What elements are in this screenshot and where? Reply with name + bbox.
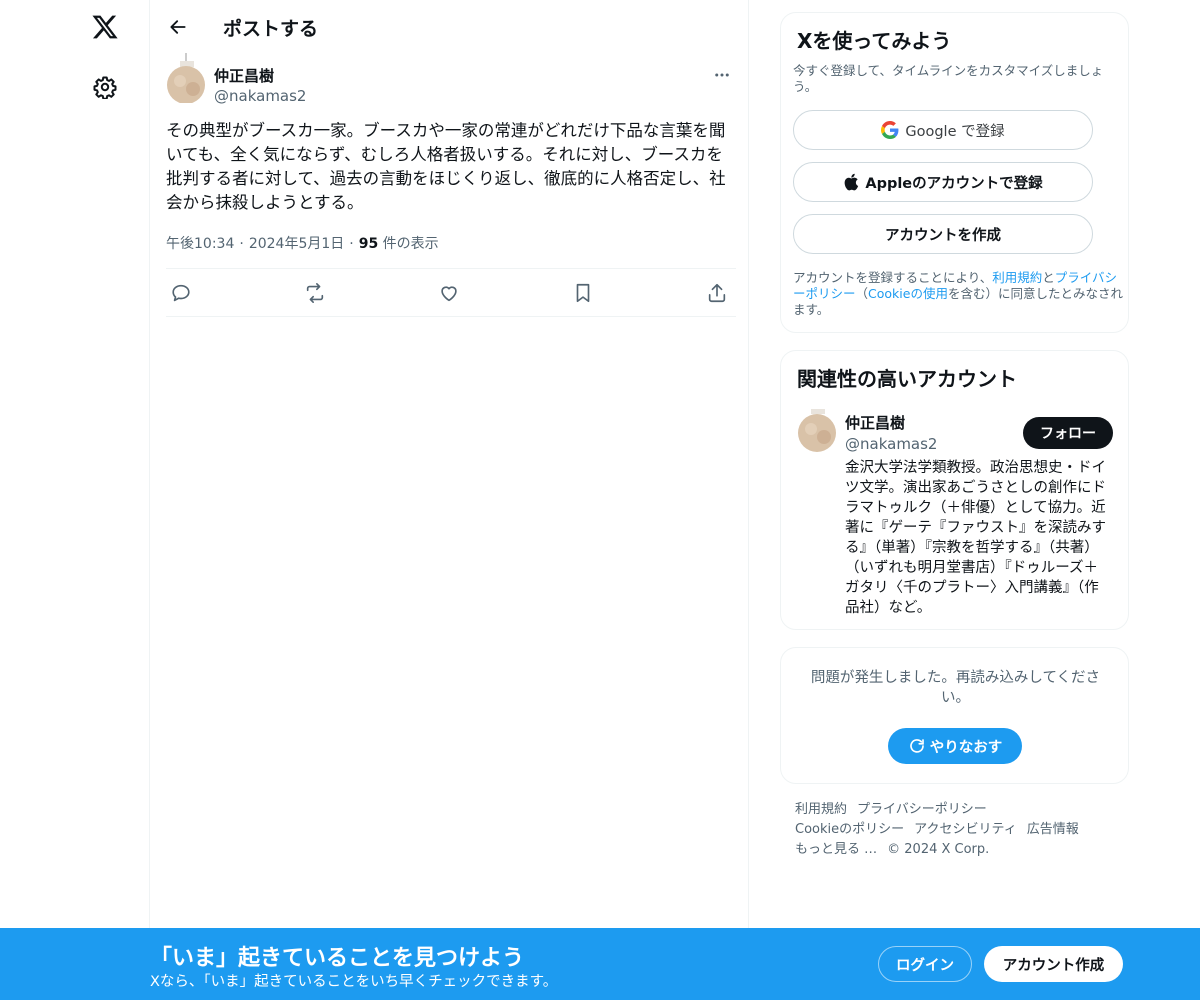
google-signup-label: Google で登録 <box>905 123 1005 140</box>
retry-label: やりなおす <box>929 739 1003 756</box>
footer-link[interactable]: プライバシーポリシー <box>857 802 987 817</box>
signup-card: Xを使ってみよう 今すぐ登録して、タイムラインをカスタマイズしましょう。 Goo… <box>780 12 1129 333</box>
google-icon <box>881 121 899 139</box>
terms-link[interactable]: 利用規約 <box>992 270 1042 285</box>
post-time[interactable]: 午後10:34 <box>166 236 234 252</box>
bookmark-icon[interactable] <box>570 280 596 306</box>
create-account-button[interactable]: アカウントを作成 <box>793 214 1093 254</box>
page-header: ポストする <box>150 0 750 53</box>
gear-icon[interactable] <box>91 73 119 101</box>
post-date[interactable]: 2024年5月1日 <box>249 236 344 252</box>
left-nav <box>0 0 150 1000</box>
apple-signup-button[interactable]: Appleのアカウントで登録 <box>793 162 1093 202</box>
main-column: ポストする 仲正昌樹 @nakamas2 その典型がブースカ一家。ブースカや一家… <box>149 0 749 1000</box>
view-label: 件の表示 <box>378 236 439 252</box>
footer-link[interactable]: アクセシビリティ <box>914 822 1017 837</box>
related-account-name[interactable]: 仲正昌樹 <box>845 412 905 433</box>
login-button[interactable]: ログイン <box>878 946 972 982</box>
footer-link[interactable]: 利用規約 <box>795 802 847 817</box>
related-account-bio: 金沢大学法学類教授。政治思想史・ドイツ文学。演出家あごうさとしの創作にドラマトゥ… <box>845 460 1106 616</box>
related-card-title: 関連性の高いアカウント <box>797 367 1017 391</box>
legal-notice: アカウントを登録することにより、利用規約とプライバシーポリシー（Cookieの使… <box>793 270 1123 317</box>
cookie-link[interactable]: Cookieの使用 <box>868 286 948 301</box>
banner-subtitle: Xなら、「いま」起きていることをいち早くチェックできます。 <box>150 974 558 990</box>
refresh-icon <box>909 739 924 753</box>
like-icon[interactable] <box>436 280 462 306</box>
signup-card-title: Xを使ってみよう <box>797 29 952 53</box>
footer-link[interactable]: 広告情報 <box>1027 822 1079 837</box>
more-icon[interactable] <box>710 63 734 87</box>
apple-icon <box>844 173 859 191</box>
related-accounts-card: 関連性の高いアカウント 仲正昌樹 @nakamas2 フォロー 金沢大学法学類教… <box>780 350 1129 630</box>
share-icon[interactable] <box>704 280 730 306</box>
reply-icon[interactable] <box>168 280 194 306</box>
avatar[interactable] <box>166 53 206 104</box>
error-message: 問題が発生しました。再読み込みしてください。 <box>810 670 1101 706</box>
error-card: 問題が発生しました。再読み込みしてください。 やりなおす <box>780 647 1129 784</box>
footer-link[interactable]: Cookieのポリシー <box>795 822 904 837</box>
apple-signup-label: Appleのアカウントで登録 <box>865 175 1043 192</box>
footer-link[interactable]: もっと見る … <box>795 842 877 857</box>
x-logo-icon[interactable] <box>89 11 121 43</box>
author-handle[interactable]: @nakamas2 <box>214 87 306 105</box>
avatar[interactable] <box>797 409 837 453</box>
post-meta: 午後10:34 · 2024年5月1日 · 95 件の表示 <box>166 236 439 252</box>
page-title: ポストする <box>223 18 319 40</box>
footer-links: 利用規約 プライバシーポリシー Cookieのポリシー アクセシビリティ 広告情報 も… <box>795 800 1115 860</box>
copyright: © 2024 X Corp. <box>887 842 990 857</box>
follow-button[interactable]: フォロー <box>1023 417 1113 449</box>
bottom-banner: 「いま」起きていることを見つけよう Xなら、「いま」起きていることをいち早くチェ… <box>0 928 1200 1000</box>
author-name[interactable]: 仲正昌樹 <box>214 65 274 86</box>
banner-title: 「いま」起きていることを見つけよう <box>150 946 525 971</box>
signup-card-subtitle: 今すぐ登録して、タイムラインをカスタマイズしましょう。 <box>793 63 1104 94</box>
signup-button[interactable]: アカウント作成 <box>984 946 1123 982</box>
post-actions <box>166 268 736 317</box>
related-account-handle[interactable]: @nakamas2 <box>845 435 937 453</box>
google-signup-button[interactable]: Google で登録 <box>793 110 1093 150</box>
view-count: 95 <box>358 236 379 252</box>
repost-icon[interactable] <box>302 280 328 306</box>
post-text: その典型がブースカ一家。ブースカや一家の常連がどれだけ下品な言葉を聞いても、全く… <box>166 121 726 212</box>
retry-button[interactable]: やりなおす <box>888 728 1022 764</box>
arrow-left-icon[interactable] <box>164 13 192 41</box>
